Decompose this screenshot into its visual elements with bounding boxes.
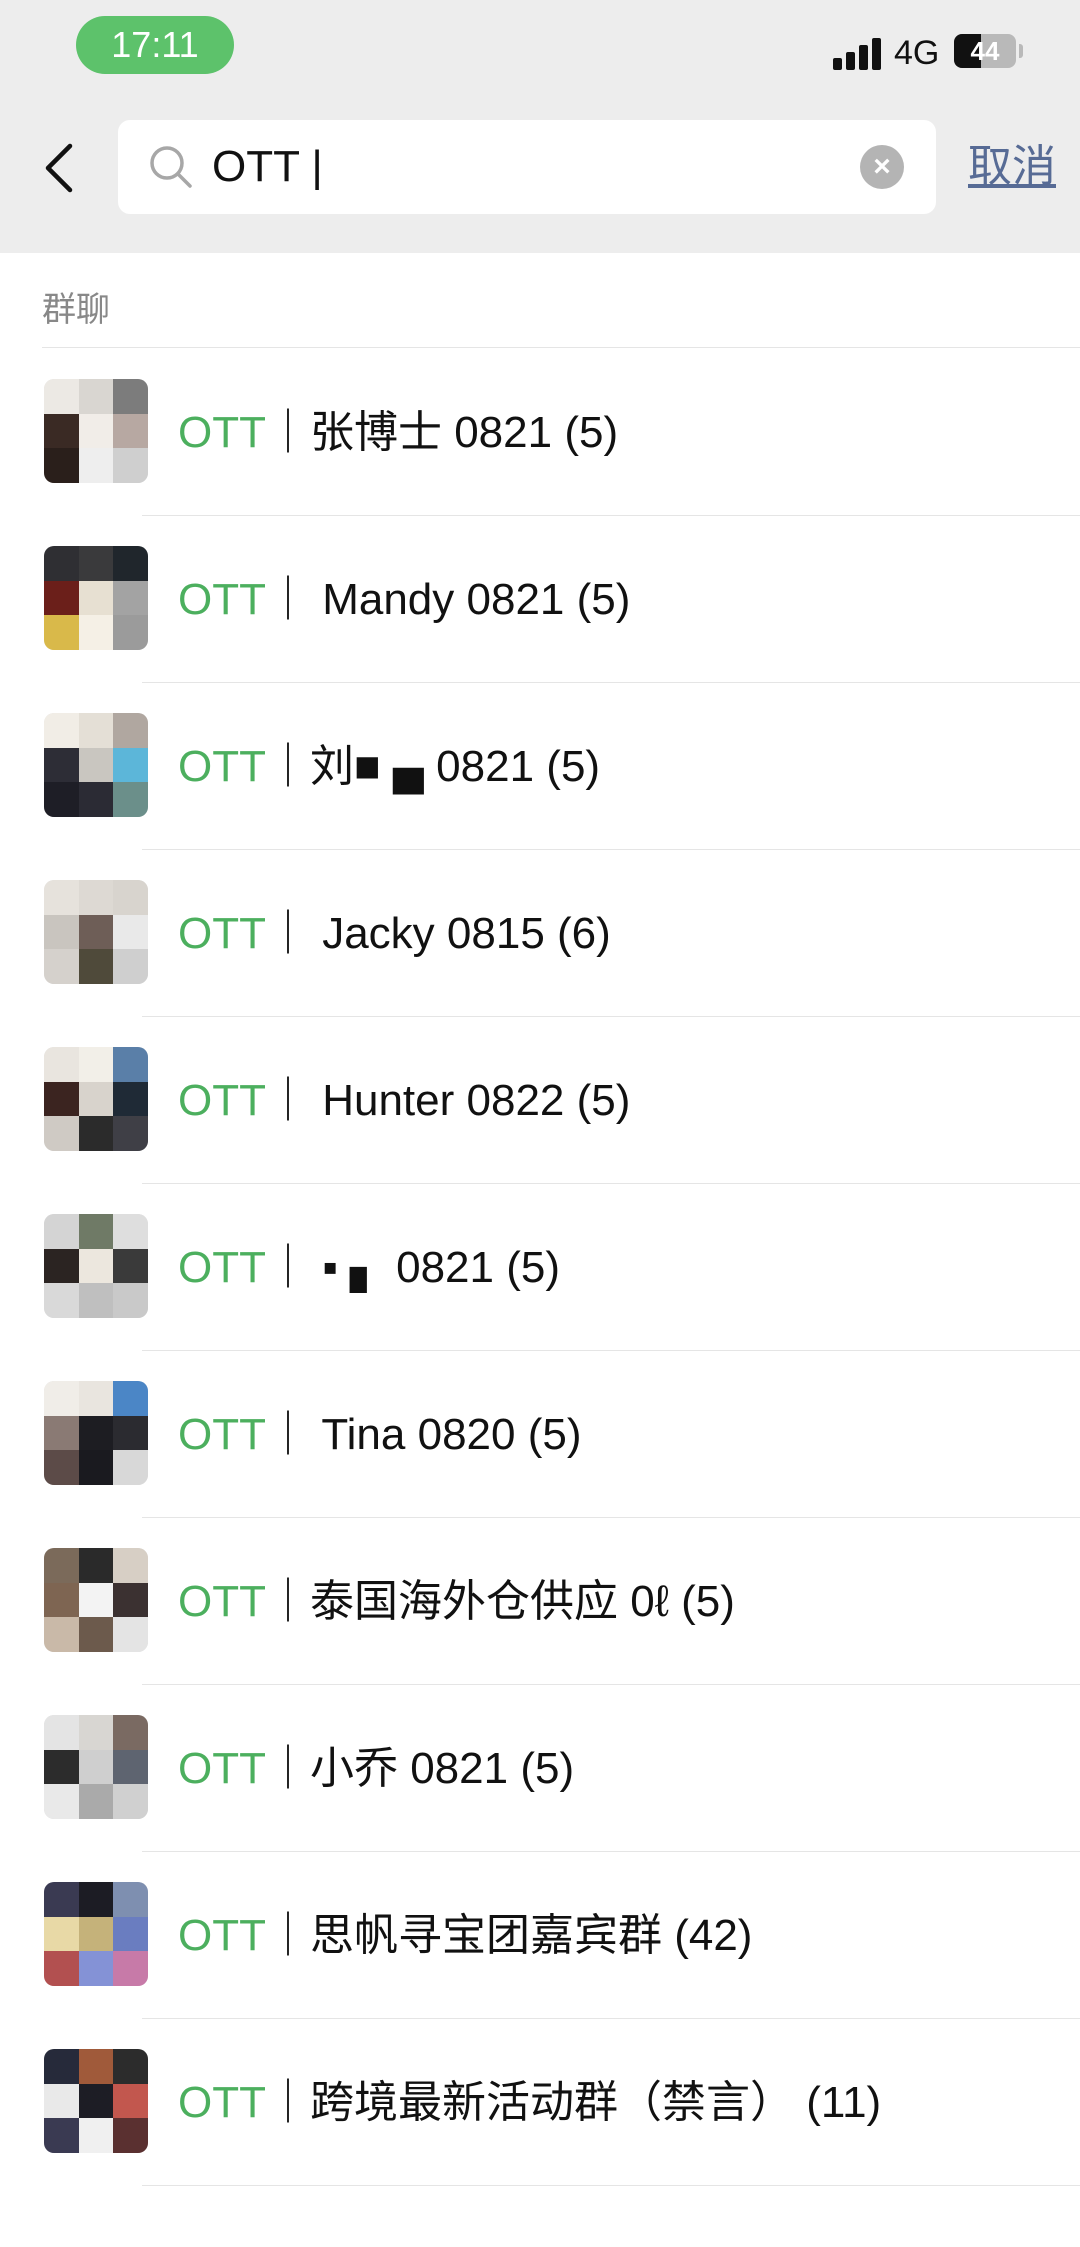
group-avatar (44, 1882, 148, 1986)
chat-title-rest: ｜小乔 0821 (5) (265, 1744, 575, 1793)
chat-title-rest: ｜跨境最新活动群（禁言） (11) (265, 2078, 882, 2127)
chat-title: OTT｜ Hunter 0822 (5) (178, 1017, 630, 1184)
chat-title-rest: ｜ ▪ ▖ 0821 (5) (265, 1243, 560, 1292)
chat-title: OTT｜ ▪ ▖ 0821 (5) (178, 1184, 560, 1351)
search-box[interactable]: OTT | × (118, 120, 936, 214)
group-avatar (44, 1715, 148, 1819)
group-avatar (44, 713, 148, 817)
group-avatar (44, 546, 148, 650)
divider (42, 347, 1080, 348)
chat-result-row[interactable]: OTT｜张博士 0821 (5) (0, 349, 1080, 516)
match-highlight: OTT (178, 742, 266, 791)
chat-title: OTT｜ Jacky 0815 (6) (178, 850, 611, 1017)
group-avatar (44, 1548, 148, 1652)
match-highlight: OTT (178, 2078, 266, 2127)
chat-title-rest: ｜思帆寻宝团嘉宾群 (42) (265, 1911, 753, 1960)
battery-tip (1019, 44, 1023, 58)
group-avatar (44, 1381, 148, 1485)
chat-result-row[interactable]: OTT｜ Tina 0820 (5) (0, 1351, 1080, 1518)
group-avatar (44, 379, 148, 483)
cancel-button[interactable]: 取消 (968, 120, 1056, 214)
divider (142, 2185, 1080, 2186)
match-highlight: OTT (178, 1410, 266, 1459)
back-button[interactable] (40, 140, 80, 196)
battery-icon: 44 (954, 34, 1016, 68)
match-highlight: OTT (178, 408, 266, 457)
chat-title-rest: ｜ Mandy 0821 (5) (265, 575, 631, 624)
chat-result-row[interactable]: OTT｜跨境最新活动群（禁言） (11) (0, 2019, 1080, 2186)
signal-icon (833, 38, 881, 70)
group-avatar (44, 2049, 148, 2153)
section-title: 群聊 (42, 291, 110, 329)
network-type: 4G (894, 34, 940, 72)
chat-title: OTT｜张博士 0821 (5) (178, 349, 618, 516)
status-time: 17:11 (76, 16, 234, 74)
chat-result-row[interactable]: OTT｜思帆寻宝团嘉宾群 (42) (0, 1852, 1080, 2019)
chat-title: OTT｜跨境最新活动群（禁言） (11) (178, 2019, 881, 2186)
chat-result-row[interactable]: OTT｜ Hunter 0822 (5) (0, 1017, 1080, 1184)
chat-result-row[interactable]: OTT｜ Mandy 0821 (5) (0, 516, 1080, 683)
match-highlight: OTT (178, 1744, 266, 1793)
match-highlight: OTT (178, 1577, 266, 1626)
group-avatar (44, 880, 148, 984)
battery-level: 44 (970, 36, 1000, 66)
chat-result-row[interactable]: OTT｜ Jacky 0815 (6) (0, 850, 1080, 1017)
chat-title: OTT｜刘■ ▄ 0821 (5) (178, 683, 600, 850)
search-input[interactable]: OTT | (212, 120, 323, 214)
search-icon (150, 146, 192, 188)
chat-title: OTT｜ Mandy 0821 (5) (178, 516, 630, 683)
match-highlight: OTT (178, 1243, 266, 1292)
chat-title-rest: ｜ Tina 0820 (5) (265, 1410, 582, 1459)
match-highlight: OTT (178, 1911, 266, 1960)
match-highlight: OTT (178, 909, 266, 958)
chevron-left-icon (45, 143, 73, 193)
chat-title-rest: ｜ Hunter 0822 (5) (265, 1076, 631, 1125)
match-highlight: OTT (178, 1076, 266, 1125)
chat-title: OTT｜ Tina 0820 (5) (178, 1351, 581, 1518)
group-avatar (44, 1214, 148, 1318)
group-avatar (44, 1047, 148, 1151)
chat-title-rest: ｜泰国海外仓供应 0ℓ (5) (265, 1577, 735, 1626)
clear-icon[interactable]: × (860, 145, 904, 189)
chat-result-row[interactable]: OTT｜ ▪ ▖ 0821 (5) (0, 1184, 1080, 1351)
chat-result-row[interactable]: OTT｜小乔 0821 (5) (0, 1685, 1080, 1852)
chat-title-rest: ｜ Jacky 0815 (6) (265, 909, 611, 958)
chat-title: OTT｜思帆寻宝团嘉宾群 (42) (178, 1852, 752, 2019)
chat-title-rest: ｜刘■ ▄ 0821 (5) (265, 742, 601, 791)
chat-result-row[interactable]: OTT｜刘■ ▄ 0821 (5) (0, 683, 1080, 850)
chat-result-row[interactable]: OTT｜泰国海外仓供应 0ℓ (5) (0, 1518, 1080, 1685)
chat-title: OTT｜泰国海外仓供应 0ℓ (5) (178, 1518, 735, 1685)
status-bar: 17:11 4G 44 (0, 0, 1080, 100)
chat-title: OTT｜小乔 0821 (5) (178, 1685, 574, 1852)
match-highlight: OTT (178, 575, 266, 624)
chat-title-rest: ｜张博士 0821 (5) (265, 408, 619, 457)
